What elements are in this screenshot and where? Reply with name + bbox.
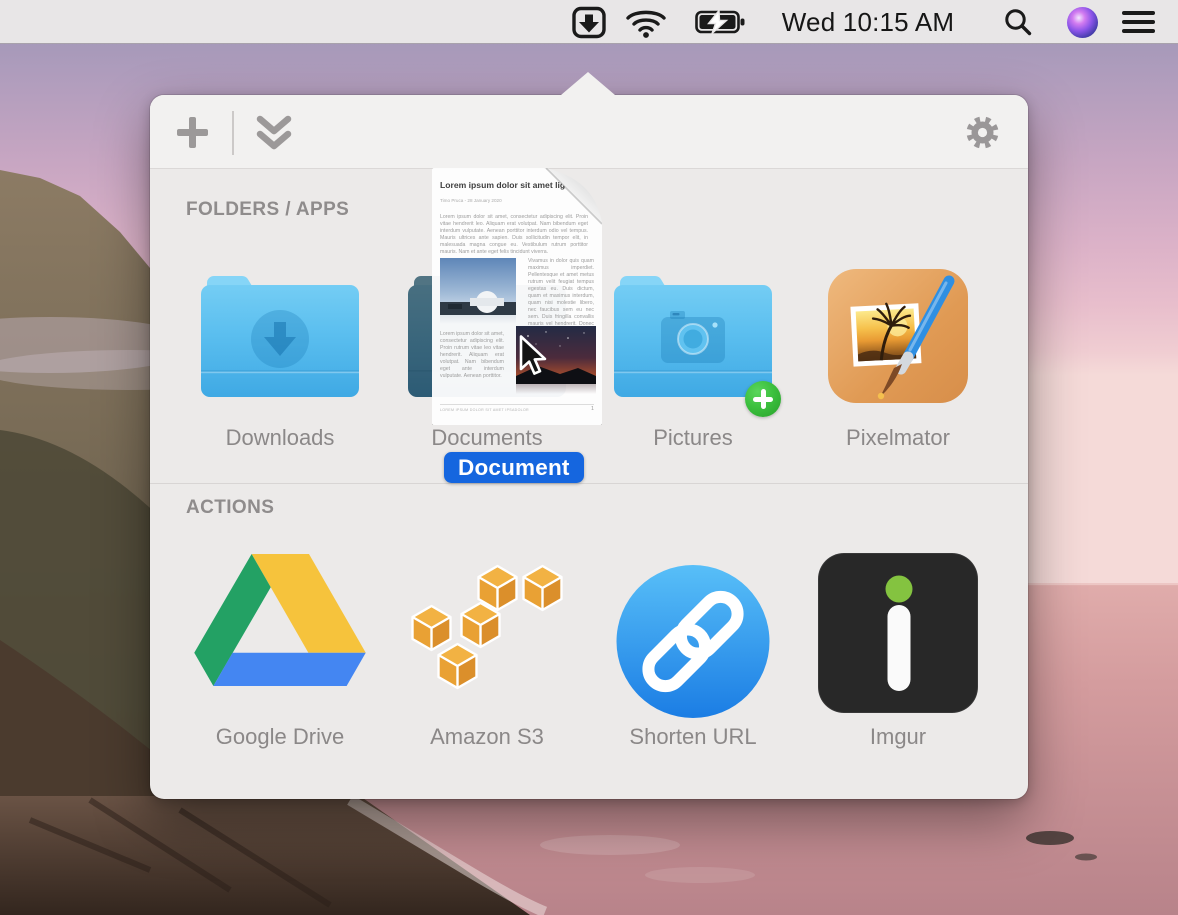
battery-charging-icon	[695, 8, 749, 36]
wifi-menubar-button[interactable]	[620, 0, 672, 44]
action-item-shorten-url[interactable]: Shorten URL	[590, 545, 796, 755]
settings-button[interactable]	[964, 114, 1001, 156]
item-label: Pixelmator	[785, 425, 1011, 451]
popover-toolbar	[150, 95, 1028, 169]
document-title: Lorem ipsum dolor sit amet ligula	[440, 181, 580, 191]
siri-icon	[1067, 7, 1098, 38]
add-icon	[175, 113, 210, 151]
battery-menubar-button[interactable]	[692, 0, 752, 44]
section-label-actions: ACTIONS	[186, 497, 274, 519]
amazon-s3-cubes-icon	[410, 561, 565, 696]
dropzone-tray-icon	[572, 6, 606, 39]
dropzone-popover: FOLDERS / APPS	[150, 95, 1028, 799]
item-label: Imgur	[785, 724, 1011, 750]
document-byline: Timo Pruca - 28 January 2020	[440, 198, 590, 203]
collapse-double-chevron-icon	[255, 115, 293, 151]
document-page-number: 1	[591, 406, 594, 412]
document-paragraph: Lorem ipsum dolor sit amet, consectetur …	[440, 214, 588, 256]
photo-reflection	[440, 315, 516, 324]
add-to-pictures-badge	[745, 381, 781, 417]
collapse-button[interactable]	[255, 115, 293, 156]
action-item-imgur[interactable]: Imgur	[795, 545, 1001, 755]
menu-bar: Wed 10:15 AM	[0, 0, 1178, 44]
pictures-folder-icon	[614, 273, 772, 397]
desktop: Wed 10:15 AM	[0, 0, 1178, 915]
item-label: Shorten URL	[580, 724, 806, 750]
pixelmator-app-icon	[828, 269, 968, 403]
spotlight-menubar-button[interactable]	[998, 0, 1038, 44]
imgur-icon	[818, 553, 978, 713]
folder-item-downloads[interactable]: Downloads	[177, 255, 383, 465]
document-column-left: Lorem ipsum dolor sit amet, consectetur …	[440, 331, 504, 380]
wifi-icon	[624, 5, 668, 39]
add-button[interactable]	[175, 113, 210, 156]
document-column-right: Vivamus in dolor quis quam maximus imper…	[528, 258, 594, 335]
dropzone-menubar-button[interactable]	[566, 0, 612, 44]
section-divider	[150, 483, 1028, 484]
toolbar-divider	[232, 111, 234, 155]
item-label: Amazon S3	[374, 724, 600, 750]
item-label: Pictures	[580, 425, 806, 451]
mouse-cursor	[519, 335, 551, 377]
menubar-clock: Wed 10:15 AM	[782, 7, 954, 38]
drag-type-badge-label: Document	[458, 455, 570, 481]
link-chain-icon	[617, 565, 770, 718]
spotlight-search-icon	[1003, 7, 1033, 37]
section-label-folders-apps: FOLDERS / APPS	[186, 199, 349, 221]
notification-center-icon	[1122, 11, 1155, 33]
notification-center-menubar-button[interactable]	[1116, 0, 1160, 44]
drag-type-badge: Document	[444, 452, 584, 483]
document-footer-text: LOREM IPSUM DOLOR SIT AMET IPSADOLOR	[440, 408, 529, 412]
app-item-pixelmator[interactable]: Pixelmator	[795, 255, 1001, 465]
popover-arrow	[561, 72, 615, 95]
settings-gear-icon	[964, 114, 1001, 151]
siri-menubar-button[interactable]	[1062, 0, 1102, 44]
folder-item-pictures[interactable]: Pictures	[590, 255, 796, 465]
item-label: Downloads	[167, 425, 393, 451]
item-label: Documents	[374, 425, 600, 451]
document-footer-rule	[440, 404, 594, 405]
action-item-google-drive[interactable]: Google Drive	[177, 545, 383, 755]
downloads-folder-icon	[201, 273, 359, 397]
clock-menubar-button[interactable]: Wed 10:15 AM	[768, 0, 968, 44]
observatory-photo	[440, 258, 516, 315]
photo-reflection	[516, 384, 596, 394]
item-label: Google Drive	[167, 724, 393, 750]
dragged-document-preview[interactable]: Lorem ipsum dolor sit amet ligula Timo P…	[432, 168, 602, 425]
google-drive-icon	[194, 554, 366, 686]
action-item-amazon-s3[interactable]: Amazon S3	[384, 545, 590, 755]
